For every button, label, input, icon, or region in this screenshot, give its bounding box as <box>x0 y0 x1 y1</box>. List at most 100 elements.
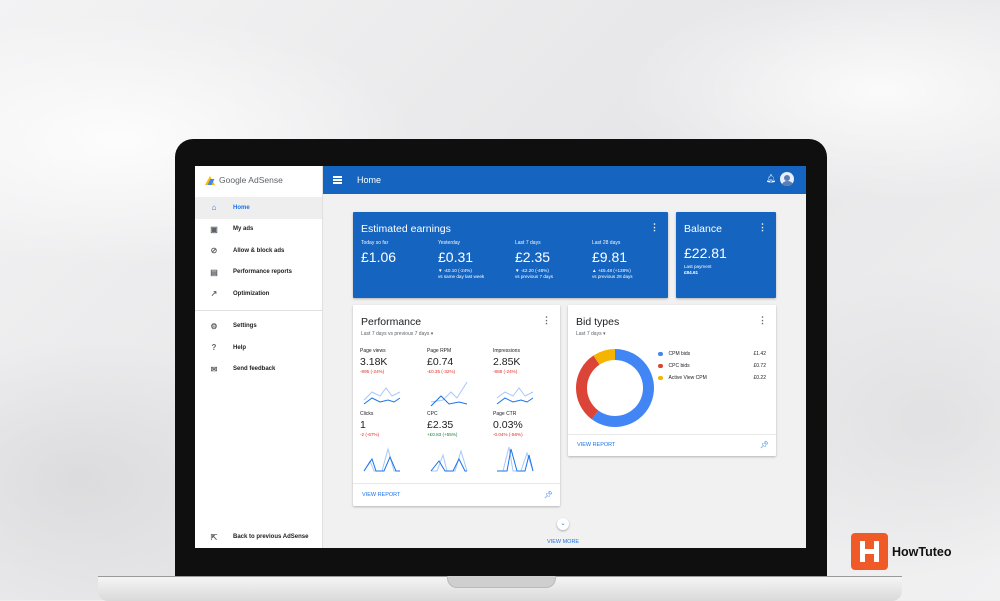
menu-icon[interactable] <box>333 176 342 184</box>
performance-range-select[interactable]: Last 7 days vs previous 7 days ▾ <box>361 331 433 337</box>
earnings-title: Estimated earnings <box>361 223 451 235</box>
sidebar-item-send-feedback[interactable]: ✉ Send feedback <box>195 359 322 381</box>
howtuteo-logo-icon <box>851 533 888 570</box>
metric-value: £9.81 <box>592 249 628 265</box>
metric-compare: vs previous 28 days <box>592 274 633 279</box>
bid-types-donut-chart <box>576 349 654 427</box>
sidebar-item-label: Settings <box>233 323 257 330</box>
back-to-previous-adsense[interactable]: ⇱ Back to previous AdSense <box>195 527 322 549</box>
metric-page-ctr: Page CTR 0.03% -0.04% (-56%) <box>493 411 523 437</box>
bar-chart-icon: ▤ <box>210 267 218 277</box>
balance-amount: £22.81 Last payment £84.61 <box>684 242 759 276</box>
legend-active-view-cpm: Active View CPM £0.22 <box>658 375 766 381</box>
sidebar-item-help[interactable]: ? Help <box>195 337 322 359</box>
pin-icon[interactable]: 📌︎ <box>760 441 769 449</box>
metric-label: Today so far <box>361 240 389 246</box>
legend-dot <box>658 351 663 357</box>
sidebar-item-my-ads[interactable]: ▣ My ads <box>195 219 322 241</box>
brand[interactable]: Google AdSense <box>195 166 322 194</box>
sidebar-item-label: Performance reports <box>233 269 293 276</box>
more-vert-icon[interactable]: ⋮ <box>758 316 767 325</box>
laptop-notch <box>447 576 556 588</box>
brand-name: Google AdSense <box>219 175 283 185</box>
earnings-today: Today so far £1.06 <box>361 240 436 265</box>
bid-types-view-report-link[interactable]: VIEW REPORT <box>577 442 615 448</box>
sparkline-page-ctr <box>497 446 534 472</box>
adsense-logo-icon <box>205 175 215 185</box>
sparkline-impressions <box>496 387 534 405</box>
gear-icon: ⚙ <box>210 321 218 331</box>
external-link-icon: ⇱ <box>210 532 218 542</box>
earnings-yesterday: Yesterday £0.31 ▼ -£0.10 (-24%) vs same … <box>438 240 513 280</box>
sidebar-item-label: Optimization <box>233 290 270 297</box>
metric-clicks: Clicks 1 -2 (-67%) <box>360 411 380 437</box>
bell-icon[interactable]: 🔔︎ <box>766 175 776 183</box>
donut-slice-cpc-bids <box>576 355 600 420</box>
metric-label: Last 28 days <box>592 240 621 246</box>
pin-icon[interactable]: 📌︎ <box>544 491 553 499</box>
sparkline-clicks <box>363 447 400 472</box>
sparkline-page-views <box>363 387 401 405</box>
metric-value: £2.35 <box>515 249 551 265</box>
card-footer-divider <box>353 483 560 484</box>
balance-value: £22.81 <box>684 245 727 261</box>
legend-cpm-bids: CPM bids £1.42 <box>658 351 766 357</box>
metric-label: Last 7 days <box>515 240 541 246</box>
metric-compare: vs previous 7 days <box>515 274 554 279</box>
sparkline-page-rpm <box>430 381 468 407</box>
metric-label: Yesterday <box>438 240 461 246</box>
watermark: HowTuteo <box>851 533 951 570</box>
ads-icon: ▣ <box>210 224 218 234</box>
view-more-label[interactable]: VIEW MORE <box>547 539 579 545</box>
estimated-earnings-card: Estimated earnings ⋮ Today so far £1.06 … <box>353 212 668 298</box>
help-icon: ? <box>211 343 217 353</box>
watermark-text: HowTuteo <box>892 544 952 559</box>
sidebar-nav: ⌂ Home ▣ My ads ⊘ Allow & block ads ▤ Pe… <box>195 197 322 380</box>
sidebar-item-home[interactable]: ⌂ Home <box>195 197 322 219</box>
balance-card: Balance ⋮ £22.81 Last payment £84.61 <box>676 212 776 298</box>
metric-value: £1.06 <box>361 249 397 265</box>
bid-types-title: Bid types <box>576 316 620 328</box>
sidebar-divider <box>195 309 322 311</box>
metric-page-rpm: Page RPM £0.74 -£0.35 (-32%) <box>427 348 456 374</box>
sidebar-item-allow-block[interactable]: ⊘ Allow & block ads <box>195 240 322 262</box>
more-vert-icon[interactable]: ⋮ <box>650 223 659 232</box>
metric-impressions: Impressions 2.85K -888 (-24%) <box>493 348 521 374</box>
sidebar-item-performance-reports[interactable]: ▤ Performance reports <box>195 262 322 284</box>
back-link-label: Back to previous AdSense <box>233 534 309 541</box>
sparkline-cpc <box>430 449 468 472</box>
bid-types-card: Bid types ⋮ Last 7 days ▾ CPM bids £1.42… <box>568 305 776 456</box>
earnings-last-7-days: Last 7 days £2.35 ▼ -£2.20 (-48%) vs pre… <box>515 240 590 280</box>
more-vert-icon[interactable]: ⋮ <box>758 223 767 232</box>
block-icon: ⊘ <box>210 246 218 256</box>
last-payment-value: £84.61 <box>684 270 699 275</box>
adsense-screen: Google AdSense ⌂ Home ▣ My ads ⊘ Allow &… <box>195 166 806 548</box>
top-app-bar: Home 🔔︎ <box>323 166 806 194</box>
view-more-button[interactable]: ⌄ <box>557 518 569 530</box>
earnings-last-28-days: Last 28 days £9.81 ▲ +£5.48 (+138%) vs p… <box>592 240 667 280</box>
page-title: Home <box>357 175 382 185</box>
performance-title: Performance <box>361 316 422 328</box>
sidebar: Google AdSense ⌂ Home ▣ My ads ⊘ Allow &… <box>195 166 323 548</box>
trending-icon: ↗ <box>210 289 218 299</box>
performance-card: Performance ⋮ Last 7 days vs previous 7 … <box>353 305 560 506</box>
sidebar-item-label: Help <box>233 344 247 351</box>
sidebar-item-optimization[interactable]: ↗ Optimization <box>195 283 322 305</box>
dropdown-icon: ▾ <box>602 331 606 337</box>
metric-compare: vs same day last week <box>438 274 485 279</box>
sidebar-item-settings[interactable]: ⚙ Settings <box>195 316 322 338</box>
legend-dot <box>658 375 663 381</box>
home-icon: ⌂ <box>211 203 217 213</box>
legend-dot <box>658 363 663 369</box>
sidebar-item-label: My ads <box>233 226 254 233</box>
more-vert-icon[interactable]: ⋮ <box>542 316 551 325</box>
feedback-icon: ✉ <box>210 364 218 374</box>
metric-cpc: CPC £2.35 +£0.83 (+55%) <box>427 411 458 437</box>
card-footer-divider <box>568 434 776 435</box>
balance-title: Balance <box>684 223 722 235</box>
legend-cpc-bids: CPC bids £0.72 <box>658 363 766 369</box>
bid-types-range-select[interactable]: Last 7 days ▾ <box>576 331 605 337</box>
chevron-down-icon: ⌄ <box>560 521 566 527</box>
avatar[interactable] <box>780 172 794 186</box>
performance-view-report-link[interactable]: VIEW REPORT <box>362 492 400 498</box>
